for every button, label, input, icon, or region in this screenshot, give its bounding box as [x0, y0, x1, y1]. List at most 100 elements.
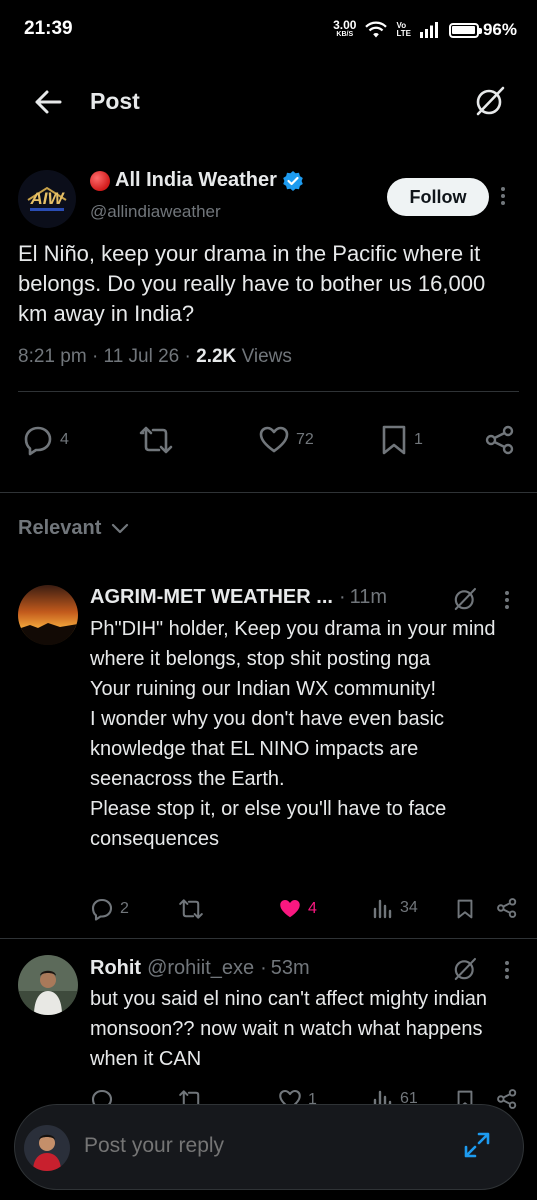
reply-avatar[interactable] — [18, 585, 78, 645]
reply-repost-button[interactable] — [178, 897, 210, 921]
red-circle-icon — [90, 170, 110, 191]
volte-indicator: Vo LTE — [396, 22, 411, 38]
reply-icon — [24, 426, 52, 456]
back-button[interactable] — [32, 86, 64, 118]
section-divider — [0, 492, 537, 493]
more-vertical-icon — [505, 591, 509, 609]
arrow-left-icon — [35, 90, 62, 114]
reply-share-button[interactable] — [496, 1088, 518, 1110]
reply-count: 2 — [120, 900, 129, 917]
post-date: 11 Jul 26 — [103, 346, 180, 367]
sort-label: Relevant — [18, 517, 102, 539]
aiw-logo: AIW — [18, 170, 76, 228]
wifi-icon — [365, 21, 388, 39]
reply-grok-button[interactable] — [452, 586, 478, 612]
battery-icon — [448, 22, 482, 38]
reply-author-name[interactable]: Rohit — [90, 957, 141, 980]
signal-icon — [419, 22, 440, 38]
follow-button[interactable]: Follow — [387, 178, 489, 216]
share-icon — [497, 1089, 517, 1109]
like-count: 72 — [296, 431, 314, 448]
expand-composer-button[interactable] — [462, 1130, 492, 1160]
author-name: All India Weather — [115, 169, 277, 191]
reply-views-button[interactable]: 34 — [372, 897, 418, 919]
reply-reply-button[interactable]: 2 — [90, 897, 129, 921]
views-count: 2.2K — [196, 346, 237, 367]
reply-divider — [0, 938, 537, 939]
reply-like-button[interactable]: 4 — [278, 897, 317, 921]
sunset-avatar-image — [18, 585, 78, 645]
reply-author-name[interactable]: AGRIM-MET WEATHER ... — [90, 586, 333, 609]
reply-more-button[interactable] — [504, 590, 510, 610]
chevron-down-icon — [112, 523, 129, 533]
reply-separator: · — [260, 957, 267, 979]
views-label[interactable]: Views — [242, 346, 292, 367]
reply-text: Ph"DIH" holder, Keep you drama in your m… — [90, 614, 510, 854]
reply-line: Your ruining our Indian WX community! — [90, 678, 437, 700]
reply-input[interactable] — [84, 1134, 355, 1158]
reply-header: AGRIM-MET WEATHER ... · 11m — [90, 586, 387, 609]
repost-icon — [139, 426, 173, 454]
repost-icon — [179, 899, 203, 919]
reply-grok-button[interactable] — [452, 956, 478, 982]
reply-line: I wonder why you don't have even basic k… — [90, 708, 445, 790]
status-icons: 3.00 KB/S Vo LTE 96% — [333, 18, 517, 40]
views-chart-icon — [373, 899, 392, 919]
bookmark-icon — [382, 425, 406, 455]
divider — [18, 391, 519, 392]
person-avatar-image — [18, 955, 78, 1015]
user-avatar-image — [24, 1125, 70, 1171]
share-icon — [485, 425, 514, 455]
views-count: 34 — [400, 899, 418, 916]
reply-time: 11m — [349, 586, 388, 608]
battery-status: 96% — [448, 20, 517, 40]
status-time: 21:39 — [24, 18, 73, 39]
author-name-row[interactable]: All India Weather — [90, 169, 304, 192]
grok-button[interactable] — [473, 84, 507, 118]
repost-button[interactable] — [138, 424, 180, 456]
author-avatar[interactable]: AIW — [18, 170, 76, 228]
svg-text:AIW: AIW — [29, 189, 65, 208]
more-vertical-icon — [505, 961, 509, 979]
expand-icon — [464, 1132, 490, 1158]
post-meta: 8:21 pm · 11 Jul 26 · 2.2K Views — [18, 346, 292, 367]
grok-icon — [454, 957, 477, 981]
bookmark-count: 1 — [414, 431, 423, 448]
reply-button[interactable]: 4 — [22, 424, 69, 456]
reply-share-button[interactable] — [496, 897, 518, 919]
share-icon — [497, 898, 517, 918]
more-vertical-icon — [501, 187, 505, 205]
post-actions: 4 72 1 — [0, 420, 537, 460]
bookmark-button[interactable]: 1 — [380, 424, 423, 456]
reply-avatar[interactable] — [18, 955, 78, 1015]
page-title: Post — [90, 88, 140, 114]
share-button[interactable] — [484, 424, 516, 456]
reply-separator: · — [338, 586, 346, 608]
network-speed-unit: KB/S — [336, 31, 354, 38]
reply-line: Please stop it, or else you'll have to f… — [90, 798, 447, 850]
verified-badge-icon — [283, 170, 303, 191]
like-button[interactable]: 72 — [258, 424, 314, 456]
heart-filled-icon — [280, 900, 300, 918]
reply-time: 53m — [270, 957, 310, 979]
reply-count: 4 — [60, 431, 69, 448]
reply-author-handle[interactable]: @rohiit_exe — [147, 957, 254, 980]
sort-dropdown[interactable]: Relevant — [18, 517, 129, 540]
reply-line: Ph"DIH" holder, Keep you drama in your m… — [90, 618, 496, 670]
reply-icon — [91, 898, 113, 921]
author-handle[interactable]: @allindiaweather — [90, 202, 221, 222]
grok-icon — [454, 587, 477, 611]
bookmark-icon — [457, 899, 473, 919]
network-speed: 3.00 KB/S — [333, 18, 357, 39]
reply-more-button[interactable] — [504, 960, 510, 980]
battery-percent: 96% — [482, 20, 517, 39]
volte-bottom: LTE — [396, 29, 411, 38]
reply-bookmark-button[interactable] — [456, 898, 474, 920]
grok-icon — [476, 86, 505, 116]
post-time: 8:21 pm — [18, 346, 87, 367]
post-text: El Niño, keep your drama in the Pacific … — [18, 241, 486, 326]
more-options-button[interactable] — [500, 186, 506, 206]
user-avatar — [24, 1125, 70, 1171]
reply-text: but you said el nino can't affect mighty… — [90, 984, 510, 1074]
network-speed-value: 3.00 — [333, 18, 357, 32]
